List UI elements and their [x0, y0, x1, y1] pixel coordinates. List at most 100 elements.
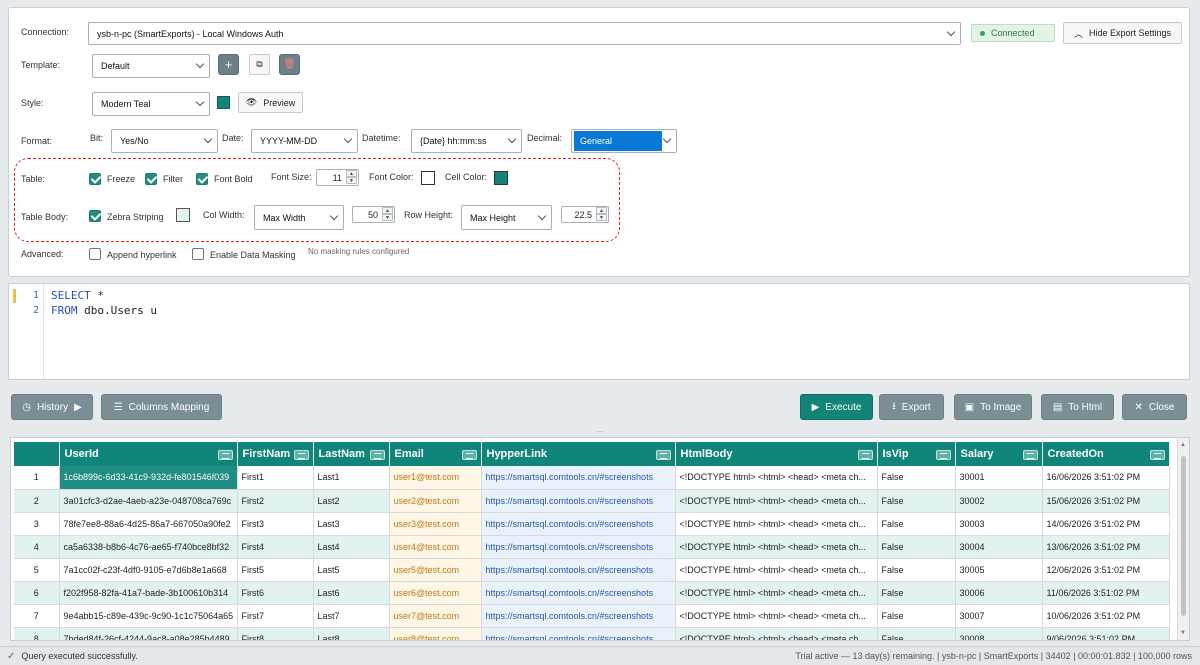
filter-icon[interactable]	[217, 450, 233, 460]
salary-cell[interactable]: 30006	[955, 581, 1043, 605]
export-button[interactable]: ⭳ Export	[879, 394, 944, 420]
firstname-cell[interactable]: First4	[237, 535, 314, 559]
style-select[interactable]: Modern Teal	[92, 92, 210, 116]
isvip-cell[interactable]: False	[877, 535, 956, 559]
row-number[interactable]: 6	[14, 581, 60, 605]
isvip-cell[interactable]: False	[877, 466, 956, 490]
filter-icon[interactable]	[293, 450, 309, 460]
column-header[interactable]: HypperLink	[481, 442, 676, 466]
createdon-cell[interactable]: 13/06/2026 3:51:02 PM	[1042, 535, 1170, 559]
spin-down-icon[interactable]: ▼	[346, 177, 357, 184]
createdon-cell[interactable]: 9/06/2026 3:51:02 PM	[1042, 627, 1170, 640]
spin-down-icon[interactable]: ▼	[596, 214, 607, 221]
results-grid[interactable]: UserId FirstNam LastNam Email HypperLink…	[10, 437, 1190, 641]
font-color-swatch[interactable]	[421, 171, 435, 185]
hyperlink-cell[interactable]: https://smartsql.comtools.cn/#screenshot…	[481, 604, 676, 628]
filter-icon[interactable]	[1149, 450, 1165, 460]
code-line[interactable]: FROM dbo.Users u	[51, 304, 157, 317]
table-row[interactable]: 8 7bded84f-26cf-4244-9ac8-a08e285b4489 Fir…	[14, 627, 1170, 640]
col-width-mode-select[interactable]: Max Width	[254, 205, 344, 230]
email-cell[interactable]: user7@test.com	[389, 604, 482, 628]
userid-cell[interactable]: 1c6b899c-6d33-41c9-932d-fe801546f039	[59, 466, 238, 490]
spin-up-icon[interactable]: ▲	[382, 207, 393, 214]
lastname-cell[interactable]: Last6	[313, 581, 390, 605]
htmlbody-cell[interactable]: <!DOCTYPE html> <html> <head> <meta ch..…	[675, 604, 878, 628]
append-hyperlink-checkbox[interactable]	[89, 248, 101, 260]
hyperlink-cell[interactable]: https://smartsql.comtools.cn/#screenshot…	[481, 466, 676, 490]
salary-cell[interactable]: 30001	[955, 466, 1043, 490]
filter-icon[interactable]	[369, 450, 385, 460]
isvip-cell[interactable]: False	[877, 627, 956, 640]
spin-down-icon[interactable]: ▼	[382, 214, 393, 221]
row-height-spinner[interactable]: 22.5 ▲ ▼	[561, 206, 609, 223]
column-header[interactable]: UserId	[59, 442, 238, 466]
copy-template-button[interactable]: ⧉	[249, 54, 270, 75]
decimal-format-select[interactable]: General	[571, 129, 677, 153]
freeze-checkbox[interactable]	[89, 173, 101, 185]
createdon-cell[interactable]: 15/06/2026 3:51:02 PM	[1042, 489, 1170, 513]
firstname-cell[interactable]: First1	[237, 466, 314, 490]
row-number[interactable]: 5	[14, 558, 60, 582]
column-header[interactable]: CreatedOn	[1042, 442, 1170, 466]
add-template-button[interactable]: +	[218, 54, 239, 75]
table-row[interactable]: 5 7a1cc02f-c23f-4df0-9105-e7d6b8e1a668 Fir…	[14, 558, 1170, 582]
firstname-cell[interactable]: First6	[237, 581, 314, 605]
lastname-cell[interactable]: Last8	[313, 627, 390, 640]
firstname-cell[interactable]: First8	[237, 627, 314, 640]
filter-icon[interactable]	[655, 450, 671, 460]
column-header[interactable]: HtmlBody	[675, 442, 878, 466]
isvip-cell[interactable]: False	[877, 512, 956, 536]
filter-icon[interactable]	[857, 450, 873, 460]
email-cell[interactable]: user6@test.com	[389, 581, 482, 605]
data-masking-checkbox[interactable]	[192, 248, 204, 260]
userid-cell[interactable]: 9e4abb15-c89e-439c-9c90-1c1c75064a65	[59, 604, 238, 628]
datetime-format-select[interactable]: {Date} hh:mm:ss	[411, 129, 522, 153]
table-row[interactable]: 6 f202f958-82fa-41a7-bade-3b100610b314 Fir…	[14, 581, 1170, 605]
htmlbody-cell[interactable]: <!DOCTYPE html> <html> <head> <meta ch..…	[675, 512, 878, 536]
filter-icon[interactable]	[1022, 450, 1038, 460]
column-header[interactable]: Email	[389, 442, 482, 466]
email-cell[interactable]: user1@test.com	[389, 466, 482, 490]
table-row[interactable]: 1 1c6b899c-6d33-41c9-932d-fe801546f039 Fir…	[14, 466, 1170, 490]
table-row[interactable]: 4 ca5a6338-b8b6-4c76-ae65-f740bce8bf32 Fir…	[14, 535, 1170, 559]
close-button[interactable]: ✕ Close	[1122, 394, 1187, 420]
panel-splitter-handle[interactable]: ⋯	[594, 428, 606, 436]
filter-checkbox[interactable]	[145, 173, 157, 185]
col-width-spinner[interactable]: 50 ▲ ▼	[352, 206, 395, 223]
email-cell[interactable]: user4@test.com	[389, 535, 482, 559]
to-html-button[interactable]: ▤ To Html	[1041, 394, 1114, 420]
salary-cell[interactable]: 30002	[955, 489, 1043, 513]
salary-cell[interactable]: 30003	[955, 512, 1043, 536]
email-cell[interactable]: user5@test.com	[389, 558, 482, 582]
htmlbody-cell[interactable]: <!DOCTYPE html> <html> <head> <meta ch..…	[675, 466, 878, 490]
font-size-spinner[interactable]: 11 ▲ ▼	[316, 169, 359, 186]
row-number[interactable]: 2	[14, 489, 60, 513]
htmlbody-cell[interactable]: <!DOCTYPE html> <html> <head> <meta ch..…	[675, 558, 878, 582]
row-height-mode-select[interactable]: Max Height	[461, 205, 552, 230]
hide-export-settings-button[interactable]: ︿ Hide Export Settings	[1063, 22, 1182, 44]
code-line[interactable]: SELECT *	[51, 289, 104, 302]
execute-button[interactable]: ▶ Execute	[800, 394, 873, 420]
scroll-down-icon[interactable]: ▼	[1180, 630, 1186, 636]
connection-select[interactable]: ysb-n-pc (SmartExports) - Local Windows …	[88, 22, 961, 45]
lastname-cell[interactable]: Last3	[313, 512, 390, 536]
cell-color-swatch[interactable]	[494, 171, 508, 185]
createdon-cell[interactable]: 14/06/2026 3:51:02 PM	[1042, 512, 1170, 536]
email-cell[interactable]: user2@test.com	[389, 489, 482, 513]
isvip-cell[interactable]: False	[877, 558, 956, 582]
date-format-select[interactable]: YYYY-MM-DD	[251, 129, 358, 153]
table-row[interactable]: 2 3a01cfc3-d2ae-4aeb-a23e-048708ca769c Fir…	[14, 489, 1170, 513]
htmlbody-cell[interactable]: <!DOCTYPE html> <html> <head> <meta ch..…	[675, 627, 878, 640]
salary-cell[interactable]: 30005	[955, 558, 1043, 582]
hyperlink-cell[interactable]: https://smartsql.comtools.cn/#screenshot…	[481, 581, 676, 605]
htmlbody-cell[interactable]: <!DOCTYPE html> <html> <head> <meta ch..…	[675, 489, 878, 513]
history-button[interactable]: ◷ History ▶	[11, 394, 93, 420]
salary-cell[interactable]: 30007	[955, 604, 1043, 628]
scroll-up-icon[interactable]: ▲	[1180, 442, 1186, 448]
table-row[interactable]: 7 9e4abb15-c89e-439c-9c90-1c1c75064a65 Fir…	[14, 604, 1170, 628]
vertical-scrollbar[interactable]: ▲ ▼	[1177, 438, 1189, 640]
createdon-cell[interactable]: 11/06/2026 3:51:02 PM	[1042, 581, 1170, 605]
userid-cell[interactable]: 78fe7ee8-88a6-4d25-86a7-667050a90fe2	[59, 512, 238, 536]
row-number[interactable]: 1	[14, 466, 60, 490]
column-header[interactable]: LastNam	[313, 442, 390, 466]
